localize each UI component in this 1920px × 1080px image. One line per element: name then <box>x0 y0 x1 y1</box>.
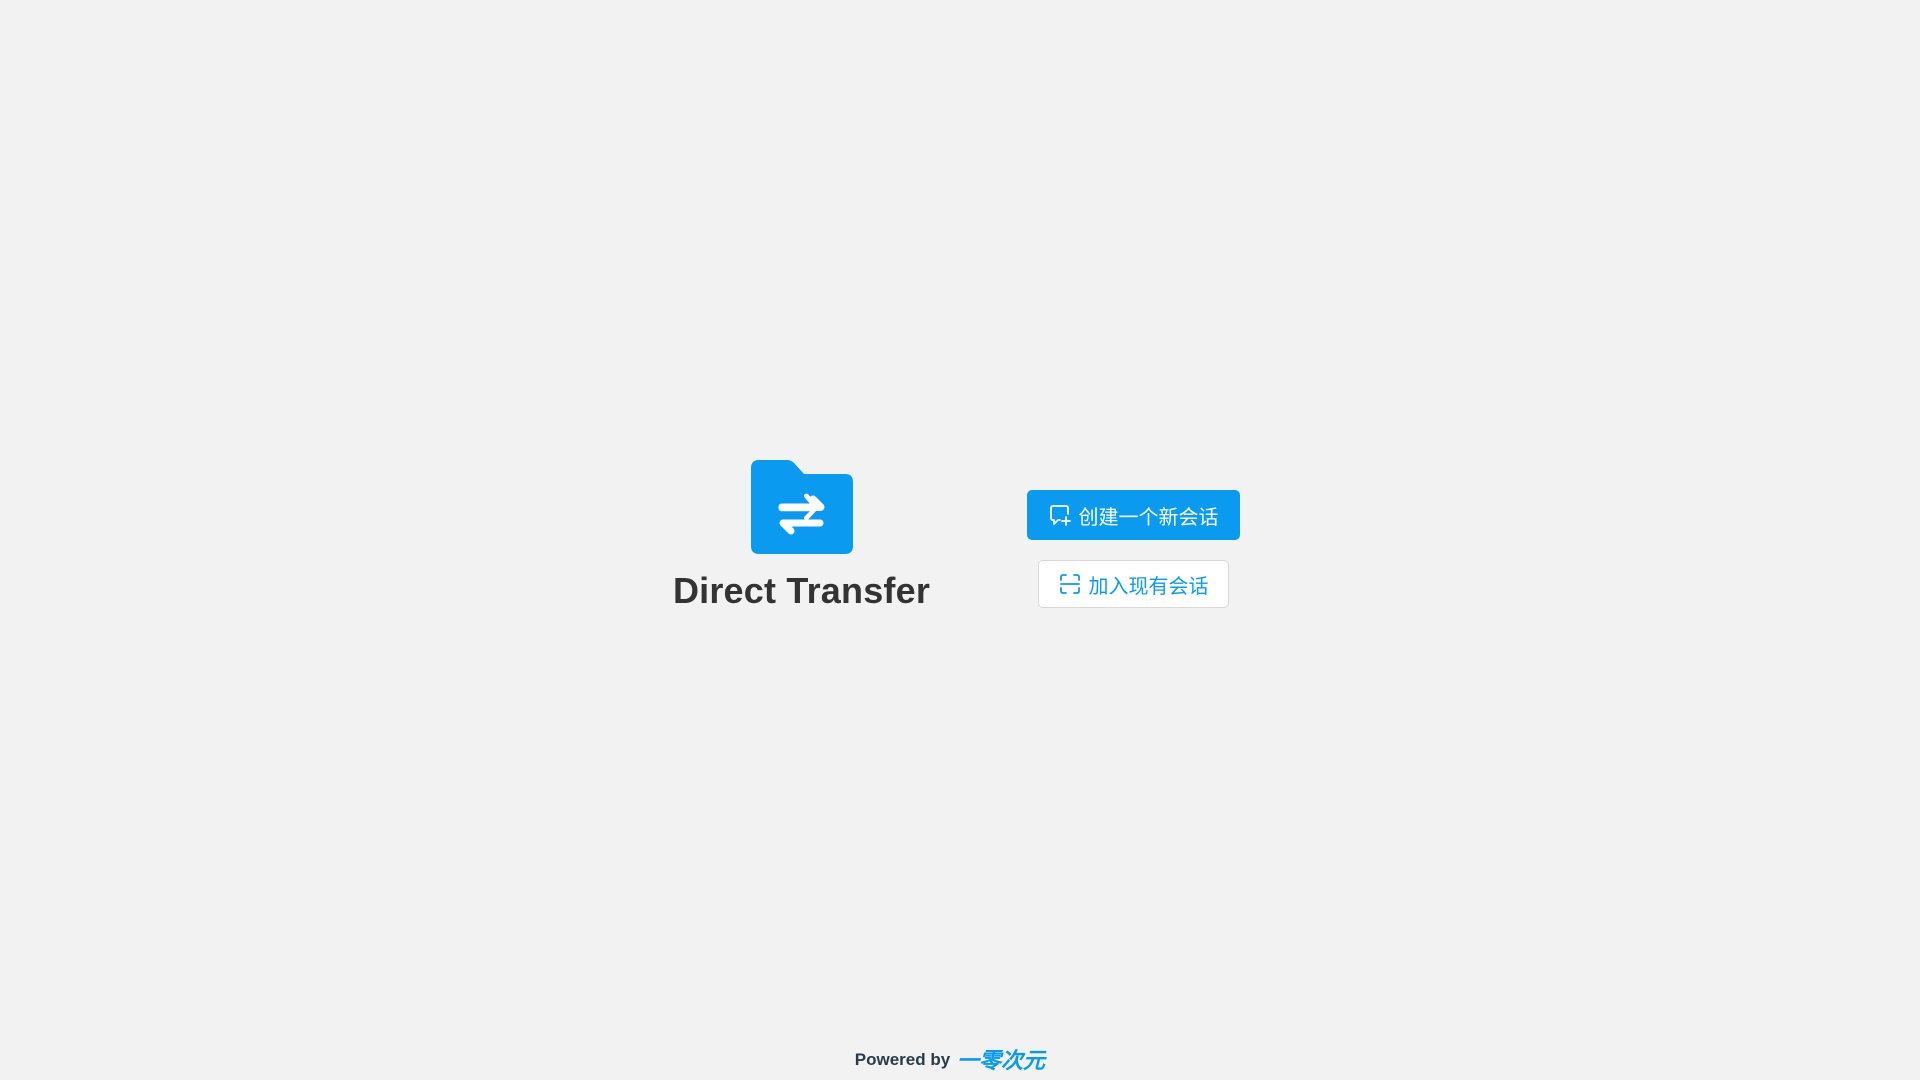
footer: Powered by 一零次元 <box>0 1047 1920 1073</box>
powered-by-text: Powered by <box>854 1050 951 1069</box>
join-session-label: 加入现有会话 <box>1088 575 1209 598</box>
maker-logo-icon: 一零次元 <box>957 1049 1047 1073</box>
create-session-button[interactable]: 创建一个新会话 <box>1026 490 1240 540</box>
maker-logo[interactable]: 一零次元 <box>957 1047 1065 1073</box>
app-page: Direct Transfer 创建一个新会话 加入现有会话 Powered b… <box>0 0 1920 1080</box>
folder-transfer-icon <box>750 460 853 554</box>
maker-name: 一零次元 <box>957 1049 1047 1073</box>
scan-icon <box>1058 572 1082 596</box>
app-title: Direct Transfer <box>672 570 931 611</box>
join-session-button[interactable]: 加入现有会话 <box>1037 560 1229 608</box>
create-session-label: 创建一个新会话 <box>1078 506 1219 529</box>
brand-block: Direct Transfer <box>670 460 933 612</box>
session-actions: 创建一个新会话 加入现有会话 <box>1026 490 1240 608</box>
new-chat-icon <box>1048 503 1072 527</box>
main-content: Direct Transfer 创建一个新会话 加入现有会话 <box>0 0 1920 1080</box>
